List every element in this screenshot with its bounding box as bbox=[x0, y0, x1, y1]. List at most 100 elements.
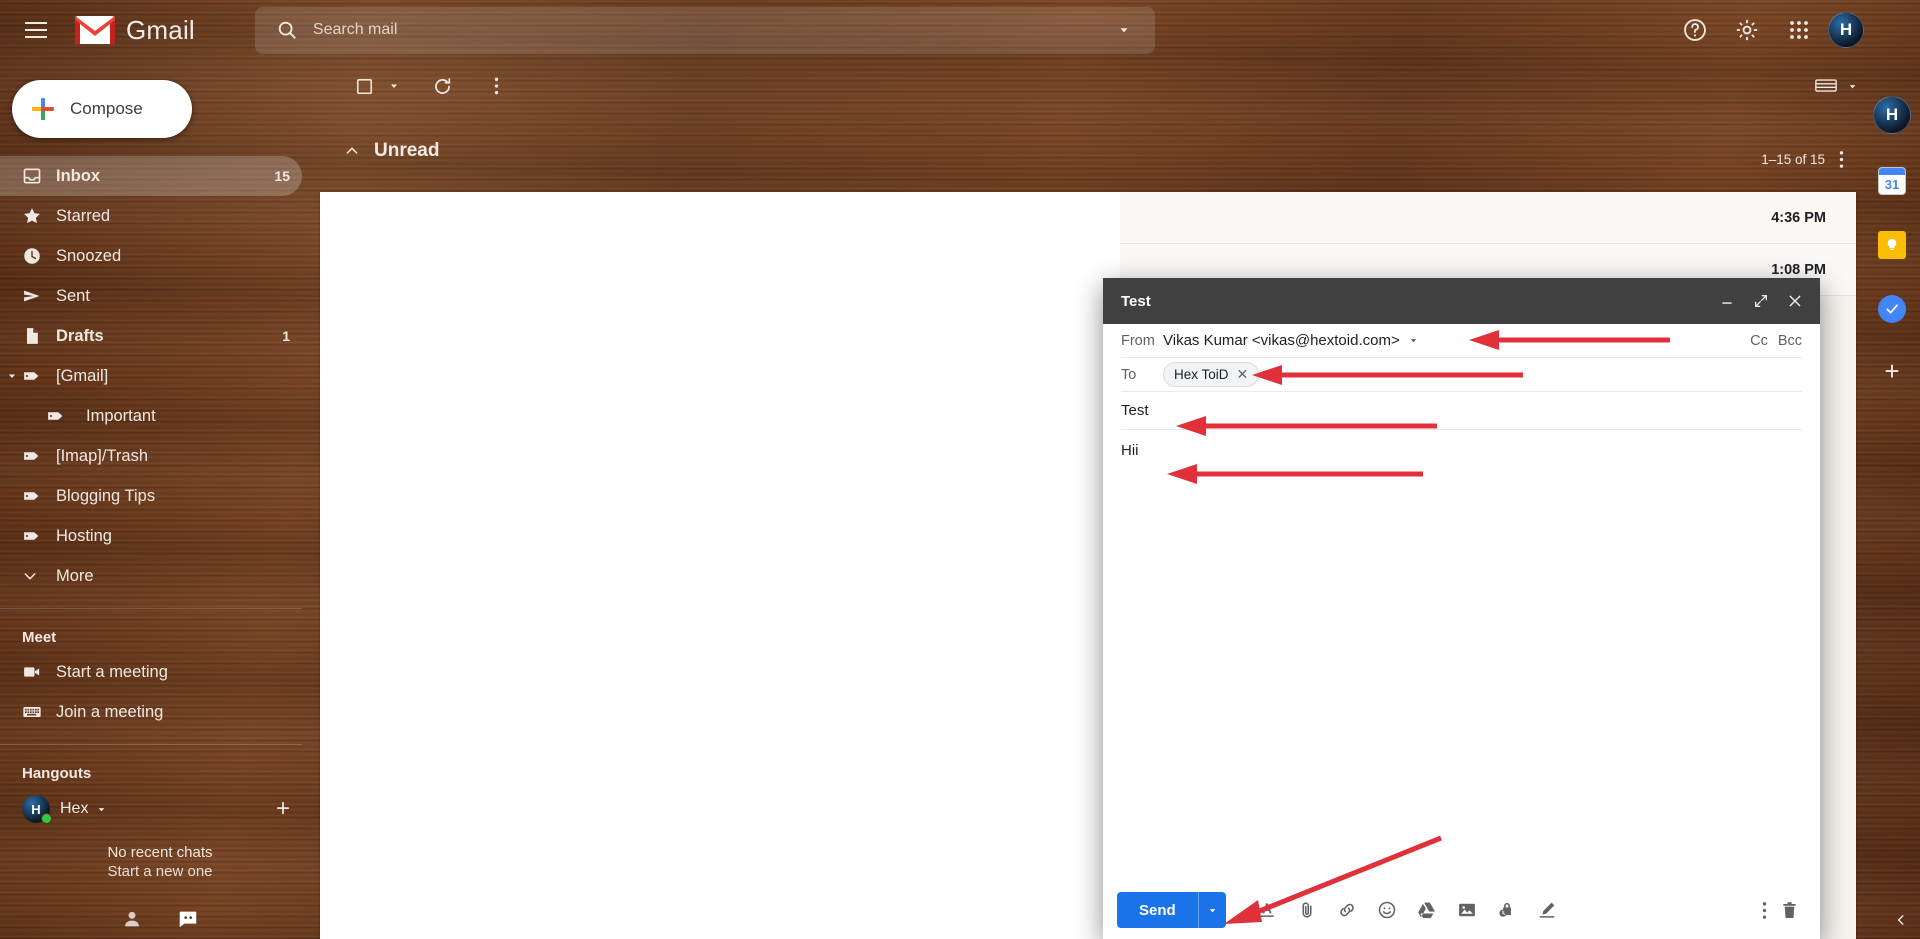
chevron-down-icon bbox=[22, 568, 56, 584]
left-sidebar: Compose Inbox 15 Starred Snoozed Sent Dr… bbox=[0, 60, 320, 939]
label-icon bbox=[22, 526, 56, 546]
recipient-chip[interactable]: Hex ToiD ✕ bbox=[1163, 362, 1260, 387]
mail-time: 1:08 PM bbox=[1771, 261, 1826, 278]
top-bar: Gmail Search mail H bbox=[0, 0, 1920, 60]
insert-signature-icon[interactable] bbox=[1530, 893, 1564, 927]
google-tasks-icon[interactable] bbox=[1875, 292, 1909, 326]
sidebar-item-label: Important bbox=[86, 406, 156, 425]
sidebar-divider-meet bbox=[0, 608, 302, 609]
sidebar-item-starred[interactable]: Starred bbox=[0, 196, 302, 236]
hangouts-user-row[interactable]: H Hex + bbox=[0, 788, 320, 830]
confidential-mode-icon[interactable] bbox=[1490, 893, 1524, 927]
chevron-down-icon[interactable] bbox=[96, 804, 107, 815]
sidebar-divider-hangouts bbox=[0, 744, 302, 745]
body-field[interactable]: Hii bbox=[1121, 430, 1802, 881]
unread-section-header[interactable]: Unread bbox=[320, 140, 439, 162]
sidebar-item-label: Sent bbox=[56, 286, 90, 305]
sidebar-item-important[interactable]: Important bbox=[0, 396, 302, 436]
pagination-area bbox=[1815, 78, 1864, 94]
sidebar-item-sent[interactable]: Sent bbox=[0, 276, 302, 316]
add-addon-icon[interactable]: + bbox=[1884, 356, 1899, 387]
account-avatar[interactable]: H bbox=[1828, 12, 1864, 48]
from-field[interactable]: From Vikas Kumar <vikas@hextoid.com> Cc … bbox=[1121, 324, 1802, 358]
apps-grid-icon[interactable] bbox=[1776, 7, 1822, 53]
collapse-chevron-up-icon[interactable] bbox=[344, 143, 360, 159]
google-keep-icon[interactable] bbox=[1875, 228, 1909, 262]
sidebar-item-start-meeting[interactable]: Start a meeting bbox=[0, 652, 302, 692]
clock-icon bbox=[22, 246, 56, 266]
close-icon[interactable] bbox=[1778, 284, 1812, 318]
google-drive-icon[interactable] bbox=[1410, 893, 1444, 927]
label-icon bbox=[22, 446, 56, 466]
help-icon[interactable] bbox=[1672, 7, 1718, 53]
google-calendar-icon[interactable]: 31 bbox=[1875, 164, 1909, 198]
sidebar-item-gmail-folder[interactable]: [Gmail] bbox=[0, 356, 302, 396]
sidebar-item-more[interactable]: More bbox=[0, 556, 302, 596]
insert-photo-icon[interactable] bbox=[1450, 893, 1484, 927]
calendar-day-number: 31 bbox=[1884, 177, 1900, 192]
sidebar-item-snoozed[interactable]: Snoozed bbox=[0, 236, 302, 276]
hamburger-icon[interactable] bbox=[12, 6, 60, 54]
bcc-link[interactable]: Bcc bbox=[1778, 333, 1802, 349]
send-label: Send bbox=[1139, 901, 1176, 919]
sidebar-item-inbox[interactable]: Inbox 15 bbox=[0, 156, 302, 196]
search-bar[interactable] bbox=[254, 6, 1155, 54]
label-icon bbox=[46, 406, 80, 426]
person-icon[interactable] bbox=[121, 908, 143, 930]
attach-file-icon[interactable] bbox=[1290, 893, 1324, 927]
hangouts-avatar-glyph: H bbox=[31, 801, 41, 817]
start-new-chat-label: Start a new one bbox=[107, 863, 213, 880]
refresh-icon[interactable] bbox=[422, 66, 462, 106]
gear-icon[interactable] bbox=[1724, 7, 1770, 53]
sidebar-item-blogging-tips[interactable]: Blogging Tips bbox=[0, 476, 302, 516]
compose-button[interactable]: Compose bbox=[12, 80, 192, 138]
insert-emoji-icon[interactable] bbox=[1370, 893, 1404, 927]
minimize-icon[interactable] bbox=[1710, 284, 1744, 318]
insert-link-icon[interactable] bbox=[1330, 893, 1364, 927]
send-icon bbox=[22, 286, 56, 306]
trash-icon[interactable] bbox=[1779, 900, 1800, 921]
subject-field[interactable]: Test bbox=[1121, 392, 1802, 430]
select-options-chevron-down-icon[interactable] bbox=[384, 66, 404, 106]
sidebar-item-join-meeting[interactable]: Join a meeting bbox=[0, 692, 302, 732]
gmail-logo[interactable]: Gmail bbox=[74, 14, 195, 46]
star-icon bbox=[22, 206, 56, 226]
select-all-checkbox-icon[interactable] bbox=[344, 66, 384, 106]
mail-list-toolbar bbox=[320, 60, 1864, 112]
pagination-block: 1–15 of 15 bbox=[1761, 150, 1844, 169]
brand-name: Gmail bbox=[126, 14, 195, 45]
search-input[interactable] bbox=[304, 21, 1107, 39]
compose-title: Test bbox=[1121, 292, 1151, 310]
mail-time: 4:36 PM bbox=[1771, 209, 1826, 226]
send-options-chevron-down-icon[interactable] bbox=[1197, 892, 1226, 928]
list-more-vertical-icon[interactable] bbox=[1839, 150, 1844, 169]
new-hangout-plus-icon[interactable]: + bbox=[276, 795, 290, 823]
sidebar-item-imap-trash[interactable]: [Imap]/Trash bbox=[0, 436, 302, 476]
hangouts-empty-state: No recent chats Start a new one bbox=[0, 830, 320, 880]
sidebar-item-label: Hosting bbox=[56, 526, 112, 545]
more-vertical-icon[interactable] bbox=[476, 66, 516, 106]
sidebar-item-label: Blogging Tips bbox=[56, 486, 156, 505]
cc-link[interactable]: Cc bbox=[1750, 333, 1768, 349]
chat-bubble-icon[interactable] bbox=[177, 908, 199, 930]
chevron-down-icon[interactable] bbox=[6, 370, 22, 382]
fullscreen-icon[interactable] bbox=[1744, 284, 1778, 318]
from-chevron-down-icon[interactable] bbox=[1408, 335, 1419, 346]
to-field[interactable]: To Hex ToiD ✕ bbox=[1121, 358, 1802, 392]
density-chevron-down-icon[interactable] bbox=[1847, 81, 1858, 92]
remove-recipient-close-icon[interactable]: ✕ bbox=[1237, 366, 1249, 383]
send-button[interactable]: Send bbox=[1117, 892, 1226, 928]
format-text-icon[interactable] bbox=[1250, 893, 1284, 927]
more-vertical-icon[interactable] bbox=[1762, 901, 1767, 920]
display-density-icon[interactable] bbox=[1815, 78, 1837, 94]
hangouts-footer-bar bbox=[0, 899, 320, 939]
sidebar-item-hosting[interactable]: Hosting bbox=[0, 516, 302, 556]
hangouts-section-title: Hangouts bbox=[22, 765, 92, 782]
sidebar-item-label: More bbox=[56, 566, 94, 585]
sidebar-item-drafts[interactable]: Drafts 1 bbox=[0, 316, 302, 356]
side-avatar-glyph: H bbox=[1885, 105, 1899, 124]
side-panel-account-avatar[interactable]: H bbox=[1873, 96, 1911, 134]
compose-header[interactable]: Test bbox=[1103, 278, 1820, 324]
search-options-chevron-down-icon[interactable] bbox=[1107, 13, 1141, 47]
sidebar-item-label: Starred bbox=[56, 206, 111, 225]
